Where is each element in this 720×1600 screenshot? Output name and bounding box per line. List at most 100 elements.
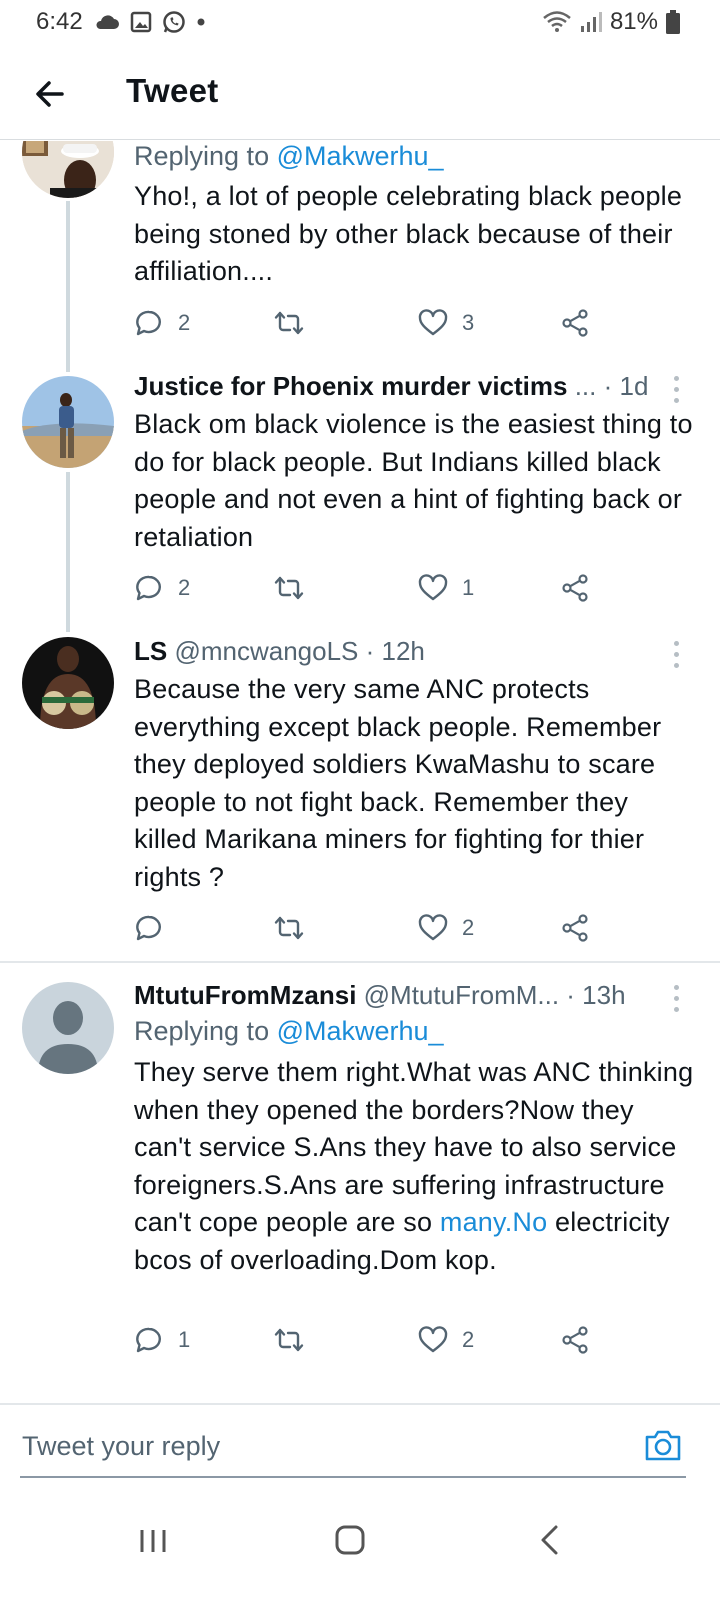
replying-label: Replying to (134, 141, 277, 171)
status-bar: 6:42 81% (0, 0, 720, 44)
reply-count: 1 (178, 1327, 191, 1352)
tweet-link[interactable]: many.No (440, 1207, 547, 1237)
tweet-header: Justice for Phoenix murder victims ... ·… (134, 371, 682, 402)
tweet-header: LS @mncwangoLS · 12h (134, 636, 682, 667)
share-icon (562, 914, 588, 942)
reply-input-underline (20, 1476, 686, 1478)
like-count: 2 (462, 1327, 475, 1352)
retweet-icon (274, 576, 304, 600)
share-button[interactable] (560, 303, 590, 343)
replying-to: Replying to @Makwerhu_ (134, 1016, 444, 1047)
camera-icon[interactable] (644, 1427, 682, 1463)
like-count: 3 (462, 310, 475, 335)
reply-icon (136, 310, 161, 336)
share-icon (562, 309, 588, 337)
share-button[interactable] (560, 908, 590, 948)
like-count: 2 (462, 915, 475, 940)
share-button[interactable] (560, 568, 590, 608)
tweet-header: MtutuFromMzansi @MtutuFromM... · 13h (134, 980, 682, 1011)
replying-label: Replying to (134, 1016, 277, 1046)
system-nav-bar (0, 1480, 720, 1600)
top-app-bar: Tweet (0, 60, 720, 140)
reply-count: 2 (178, 575, 191, 600)
battery-percent: 81% (609, 8, 658, 35)
display-name[interactable]: Justice for Phoenix murder victims (134, 371, 567, 401)
avatar[interactable] (22, 141, 114, 198)
tweet-text: Black om black violence is the easiest t… (134, 409, 693, 552)
whatsapp-icon (163, 11, 185, 33)
like-count: 1 (462, 575, 475, 600)
handle[interactable]: @mncwangoLS (174, 636, 358, 666)
page-title: Tweet (126, 72, 219, 109)
tweet-text: Yho!, a lot of people celebrating black … (134, 181, 683, 286)
thread-line (66, 472, 70, 632)
share-icon (562, 1326, 588, 1354)
retweet-button[interactable] (274, 1320, 318, 1360)
tweet-actions: 2 (134, 908, 604, 948)
reply-button[interactable]: 1 (134, 1320, 190, 1360)
reply-button[interactable]: 2 (134, 303, 190, 343)
reply-icon (136, 1327, 161, 1353)
display-name[interactable]: LS (134, 636, 167, 666)
avatar[interactable] (22, 376, 114, 468)
tweet-1[interactable]: Replying to @Makwerhu_ Yho!, a lot of pe… (0, 141, 720, 372)
more-options-icon[interactable] (674, 641, 684, 674)
tweet-time: · 12h (358, 636, 425, 666)
heart-icon (418, 914, 448, 941)
tweet-time: · 13h (559, 980, 626, 1010)
like-button[interactable]: 2 (418, 908, 474, 948)
reply-button[interactable]: 2 (134, 568, 190, 608)
more-options-icon[interactable] (674, 985, 684, 1018)
tweet-2[interactable]: Justice for Phoenix murder victims ... ·… (0, 361, 720, 632)
like-button[interactable]: 3 (418, 303, 474, 343)
replying-to: Replying to @Makwerhu_ (134, 141, 444, 172)
more-options-icon[interactable] (674, 376, 684, 409)
reply-icon (136, 575, 161, 601)
cloud-icon (96, 15, 119, 29)
dot-icon (197, 18, 205, 26)
tweet-actions: 2 1 (134, 568, 604, 608)
reply-count: 2 (178, 310, 191, 335)
reply-button[interactable] (134, 908, 178, 948)
battery-icon (666, 10, 680, 34)
retweet-icon (274, 311, 304, 335)
mention-link[interactable]: @Makwerhu_ (277, 141, 444, 171)
share-button[interactable] (560, 1320, 590, 1360)
handle[interactable]: @MtutuFromM... (364, 980, 559, 1010)
reply-composer[interactable]: Tweet your reply (0, 1403, 720, 1483)
tweet-actions: 2 3 (134, 303, 604, 343)
avatar[interactable] (22, 637, 114, 729)
display-name[interactable]: MtutuFromMzansi (134, 980, 356, 1010)
wifi-icon (543, 11, 571, 32)
heart-icon (418, 1326, 448, 1353)
mention-link[interactable]: @Makwerhu_ (277, 1016, 444, 1046)
home-icon[interactable] (330, 1520, 370, 1560)
heart-icon (418, 309, 448, 336)
clock: 6:42 (36, 8, 83, 35)
signal-icon (580, 12, 602, 32)
reply-feed[interactable]: Replying to @Makwerhu_ Yho!, a lot of pe… (0, 141, 720, 1403)
retweet-icon (274, 916, 304, 940)
back-arrow-icon[interactable] (30, 74, 70, 114)
reply-icon (136, 915, 161, 941)
retweet-button[interactable] (274, 303, 318, 343)
thread-line (66, 201, 70, 372)
like-button[interactable]: 2 (418, 1320, 474, 1360)
tweet-text: Because the very same ANC protects every… (134, 674, 662, 892)
gallery-icon (130, 11, 152, 33)
retweet-button[interactable] (274, 568, 318, 608)
tweet-3[interactable]: LS @mncwangoLS · 12h Because the very sa… (0, 621, 720, 961)
handle-time: ... · 1d (574, 371, 649, 401)
system-back-icon[interactable] (530, 1520, 570, 1560)
tweet-actions: 1 2 (134, 1320, 604, 1360)
like-button[interactable]: 1 (418, 568, 474, 608)
retweet-button[interactable] (274, 908, 318, 948)
default-avatar[interactable] (22, 982, 114, 1074)
tweet-4[interactable]: MtutuFromMzansi @MtutuFromM... · 13h Rep… (0, 963, 720, 1393)
retweet-icon (274, 1328, 304, 1352)
share-icon (562, 574, 588, 602)
reply-input[interactable]: Tweet your reply (22, 1431, 220, 1462)
heart-icon (418, 574, 448, 601)
recent-apps-icon[interactable] (134, 1520, 174, 1560)
tweet-text: They serve them right.What was ANC think… (134, 1054, 694, 1279)
